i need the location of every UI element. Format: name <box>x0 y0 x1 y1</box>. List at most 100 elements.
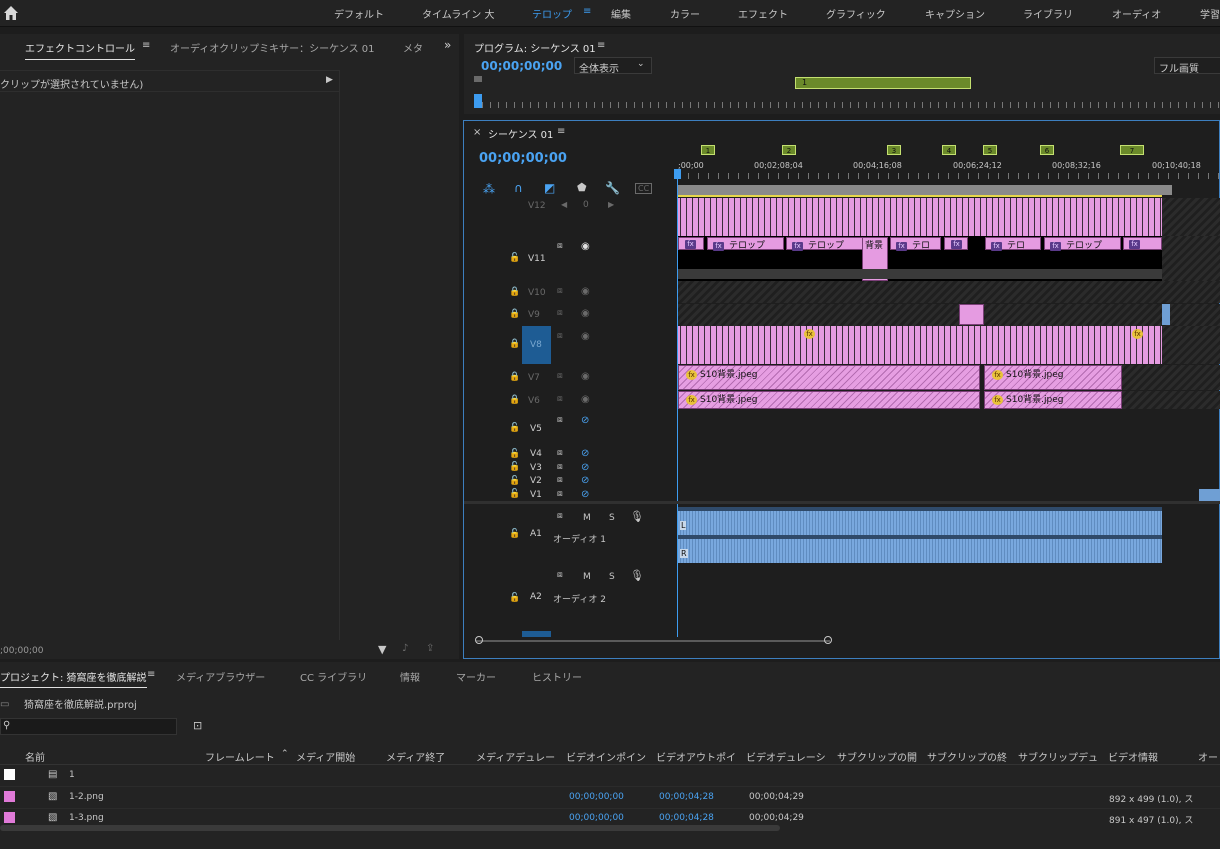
v1-clip[interactable] <box>1199 489 1220 501</box>
lock-icon[interactable]: 🔓 <box>509 476 520 486</box>
tab-effect-controls[interactable]: エフェクトコントロール <box>25 40 135 60</box>
tab-markers[interactable]: マーカー <box>456 669 496 684</box>
zoom-select[interactable]: 全体表示 ⌄ <box>574 57 652 75</box>
lock-icon[interactable]: 🔓 <box>509 253 520 263</box>
workspace-menu-icon[interactable]: ≡ <box>583 6 591 17</box>
sequence-marker[interactable]: 4 <box>942 145 956 155</box>
lock-icon[interactable]: 🔒 <box>509 395 520 405</box>
close-sequence-icon[interactable]: × <box>473 127 481 138</box>
v11-clip[interactable]: fx テロップ <box>1044 237 1121 251</box>
program-menu-icon[interactable]: ≡ <box>597 40 605 51</box>
sequence-marker[interactable]: 5 <box>983 145 997 155</box>
sequence-marker[interactable]: 7 <box>1120 145 1144 155</box>
column-header[interactable]: サブクリップデュ <box>1018 749 1098 764</box>
workspace-timeline-large[interactable]: タイムライン 大 <box>422 6 494 21</box>
sync-lock-icon[interactable]: ⧈ <box>557 448 563 458</box>
sync-lock-icon[interactable]: ⧈ <box>557 462 563 472</box>
scroll-handle-left[interactable] <box>475 636 483 644</box>
tab-info[interactable]: 情報 <box>400 669 420 684</box>
workspace-libraries[interactable]: ライブラリ <box>1023 6 1073 21</box>
column-header[interactable]: サブクリップの終 <box>927 749 1007 764</box>
solo-button[interactable]: S <box>609 513 615 523</box>
workspace-captions-telop[interactable]: テロップ <box>532 6 572 21</box>
add-marker-icon[interactable]: ⬟ <box>577 181 587 194</box>
eye-icon[interactable]: ◉ <box>581 331 590 342</box>
solo-button[interactable]: S <box>609 572 615 582</box>
video-audio-divider[interactable] <box>464 501 1220 504</box>
project-menu-icon[interactable]: ≡ <box>147 669 155 680</box>
snap-magnet-icon[interactable]: ∩ <box>514 181 523 195</box>
column-header[interactable]: メディア開始 <box>296 749 355 764</box>
sync-lock-icon[interactable]: ⧈ <box>557 331 563 341</box>
tab-cc-libraries[interactable]: CC ライブラリ <box>300 669 367 684</box>
eye-icon[interactable]: ◉ <box>581 371 590 382</box>
sync-lock-icon[interactable]: ⧈ <box>557 286 563 296</box>
sync-lock-icon[interactable]: ⧈ <box>557 241 563 251</box>
column-header[interactable]: ビデオ情報 <box>1108 749 1158 764</box>
eye-icon[interactable]: ◉ <box>581 241 590 252</box>
column-header[interactable]: ビデオアウトポイ <box>656 749 736 764</box>
a1-audio-clip[interactable]: L R <box>678 507 1162 563</box>
lock-icon[interactable]: 🔓 <box>509 449 520 459</box>
workspace-learning[interactable]: 学習 <box>1200 6 1220 21</box>
keyframe-prev-icon[interactable]: ◀ <box>561 200 567 209</box>
captions-icon[interactable]: CC <box>635 183 653 194</box>
sequence-timecode[interactable]: 00;00;00;00 <box>479 151 567 166</box>
lock-icon[interactable]: 🔓 <box>509 593 520 603</box>
v11-clip[interactable]: fx テロ <box>985 237 1041 251</box>
sync-lock-icon[interactable]: ⧈ <box>557 489 563 499</box>
lock-icon[interactable]: 🔓 <box>509 462 520 472</box>
v11-clip[interactable]: fx <box>678 237 704 250</box>
column-header[interactable]: ビデオデュレーシ <box>746 749 826 764</box>
column-header[interactable]: メディアデュレー <box>476 749 555 764</box>
eye-icon[interactable]: ◉ <box>581 308 590 319</box>
column-header[interactable]: フレームレート <box>205 749 275 764</box>
audio-only-icon[interactable]: ♪ <box>402 643 408 654</box>
column-header[interactable]: サブクリップの開 <box>837 749 917 764</box>
home-icon[interactable] <box>3 5 19 21</box>
search-input[interactable]: ⚲ <box>0 718 177 735</box>
label-color-swatch[interactable] <box>4 769 15 780</box>
eye-icon[interactable]: ◉ <box>581 286 590 297</box>
v9-clip-blue[interactable] <box>1162 304 1170 325</box>
eye-hidden-icon[interactable]: ⊘ <box>581 448 589 459</box>
quality-select[interactable]: フル画質 <box>1154 57 1220 75</box>
tab-history[interactable]: ヒストリー <box>532 669 582 684</box>
new-bin-icon[interactable]: ⊡ <box>193 719 202 732</box>
lock-icon[interactable]: 🔒 <box>509 309 520 319</box>
sequence-menu-icon[interactable]: ≡ <box>557 126 565 137</box>
work-area-bar[interactable] <box>678 185 1172 195</box>
table-row[interactable]: ▤ 1 <box>0 765 1220 787</box>
column-header[interactable]: ビデオインポイン <box>566 749 646 764</box>
workspace-effects[interactable]: エフェクト <box>738 6 788 21</box>
workspace-edit[interactable]: 編集 <box>611 6 631 21</box>
workspace-default[interactable]: デフォルト <box>334 6 384 21</box>
lock-icon[interactable]: 🔒 <box>509 372 520 382</box>
sequence-marker[interactable]: 2 <box>782 145 796 155</box>
eye-hidden-icon[interactable]: ⊘ <box>581 415 589 426</box>
tab-project[interactable]: プロジェクト: 猗窩座を徹底解説 <box>0 669 147 688</box>
sync-lock-icon[interactable]: ⧈ <box>557 475 563 485</box>
sequence-marker[interactable]: 1 <box>701 145 715 155</box>
eye-hidden-icon[interactable]: ⊘ <box>581 489 589 500</box>
column-header[interactable]: 名前 <box>25 749 45 764</box>
v11-clip[interactable]: fx <box>1123 237 1162 250</box>
v12-clips[interactable] <box>678 198 1162 236</box>
lock-icon[interactable]: 🔓 <box>509 423 520 433</box>
sync-lock-icon[interactable]: ⧈ <box>557 308 563 318</box>
microphone-icon[interactable]: 🎙 <box>630 510 644 523</box>
v9-clip[interactable] <box>959 304 984 325</box>
tab-metadata[interactable]: メタ <box>403 40 423 55</box>
sync-lock-icon[interactable]: ⧈ <box>557 511 563 521</box>
lock-icon[interactable]: 🔒 <box>509 287 520 297</box>
panel-overflow-icon[interactable]: » <box>444 38 451 52</box>
lock-icon[interactable]: 🔒 <box>509 339 520 349</box>
linked-selection-icon[interactable]: ◩ <box>544 181 555 195</box>
tab-media-browser[interactable]: メディアブラウザー <box>176 669 265 684</box>
program-timecode[interactable]: 00;00;00;00 <box>481 59 562 73</box>
v8-clips[interactable] <box>678 326 1162 364</box>
filter-icon[interactable]: ▼ <box>378 643 386 656</box>
workspace-graphics[interactable]: グラフィック <box>826 6 886 21</box>
playhead-top-icon[interactable] <box>474 76 482 82</box>
scroll-handle-right[interactable] <box>824 636 832 644</box>
